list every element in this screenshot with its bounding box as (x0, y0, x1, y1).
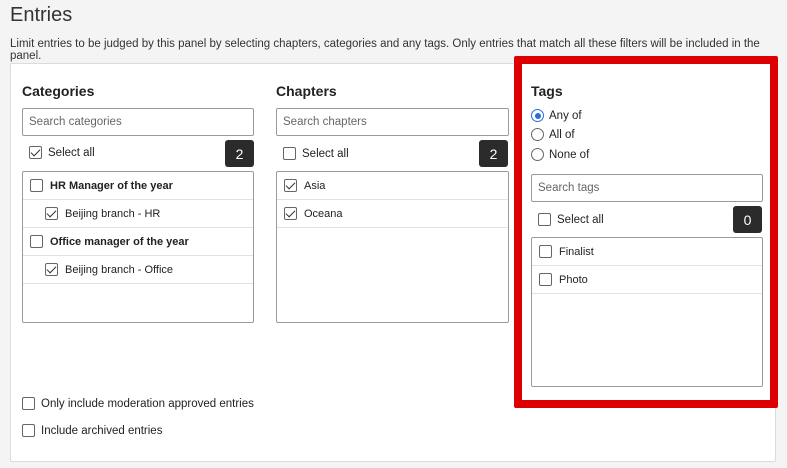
subcategory-row[interactable]: Beijing branch - Office (23, 256, 253, 284)
tags-match-any[interactable]: Any of (531, 109, 582, 122)
category-label: HR Manager of the year (50, 179, 173, 192)
chapters-list[interactable]: Asia Oceana (276, 171, 509, 323)
categories-list[interactable]: HR Manager of the year Beijing branch - … (22, 171, 254, 323)
chapter-row[interactable]: Oceana (277, 200, 508, 228)
categories-select-all-label: Select all (48, 146, 95, 159)
subcategory-label: Beijing branch - Office (65, 263, 174, 276)
categories-select-all[interactable]: Select all (29, 146, 95, 159)
tags-search-input[interactable] (531, 174, 763, 202)
tag-row[interactable]: Finalist (532, 238, 762, 266)
chapter-checkbox[interactable] (284, 207, 297, 220)
category-label: Office manager of the year (50, 235, 189, 248)
category-row[interactable]: Office manager of the year (23, 228, 253, 256)
subcategory-checkbox[interactable] (45, 263, 58, 276)
chapter-label: Asia (304, 179, 326, 192)
tag-row[interactable]: Photo (532, 266, 762, 294)
chapters-select-all-label: Select all (302, 147, 349, 160)
chapters-search-input[interactable] (276, 108, 509, 136)
tags-match-all[interactable]: All of (531, 128, 575, 141)
radio-none-of[interactable] (531, 148, 544, 161)
chapter-checkbox[interactable] (284, 179, 297, 192)
tags-list[interactable]: Finalist Photo (531, 237, 763, 387)
include-archived-checkbox[interactable] (22, 424, 35, 437)
include-archived-label: Include archived entries (41, 424, 163, 437)
chapters-select-all[interactable]: Select all (283, 147, 349, 160)
radio-none-of-label: None of (549, 148, 590, 161)
moderation-approved-option[interactable]: Only include moderation approved entries (22, 397, 254, 410)
subcategory-row[interactable]: Beijing branch - HR (23, 200, 253, 228)
tags-select-all[interactable]: Select all (538, 213, 604, 226)
include-archived-option[interactable]: Include archived entries (22, 424, 162, 437)
page-title: Entries (10, 4, 73, 26)
tag-label: Finalist (559, 245, 594, 258)
radio-any-of-label: Any of (549, 109, 582, 122)
chapters-count-badge: 2 (479, 140, 508, 167)
category-checkbox[interactable] (30, 235, 43, 248)
tags-title: Tags (531, 83, 563, 99)
chapter-label: Oceana (304, 207, 343, 220)
tag-checkbox[interactable] (539, 273, 552, 286)
chapters-select-all-checkbox[interactable] (283, 147, 296, 160)
categories-count-badge: 2 (225, 140, 254, 167)
tags-select-all-checkbox[interactable] (538, 213, 551, 226)
radio-all-of-label: All of (549, 128, 575, 141)
radio-all-of[interactable] (531, 128, 544, 141)
categories-title: Categories (22, 83, 95, 99)
categories-select-all-checkbox[interactable] (29, 146, 42, 159)
moderation-approved-checkbox[interactable] (22, 397, 35, 410)
tag-checkbox[interactable] (539, 245, 552, 258)
subcategory-label: Beijing branch - HR (65, 207, 161, 220)
category-checkbox[interactable] (30, 179, 43, 192)
tags-match-none[interactable]: None of (531, 148, 589, 161)
moderation-approved-label: Only include moderation approved entries (41, 397, 254, 410)
chapters-title: Chapters (276, 83, 337, 99)
category-row[interactable]: HR Manager of the year (23, 172, 253, 200)
page-description: Limit entries to be judged by this panel… (10, 38, 760, 62)
tag-label: Photo (559, 273, 588, 286)
subcategory-checkbox[interactable] (45, 207, 58, 220)
tags-count-badge: 0 (733, 206, 762, 233)
tags-select-all-label: Select all (557, 213, 604, 226)
chapter-row[interactable]: Asia (277, 172, 508, 200)
radio-any-of[interactable] (531, 109, 544, 122)
categories-search-input[interactable] (22, 108, 254, 136)
